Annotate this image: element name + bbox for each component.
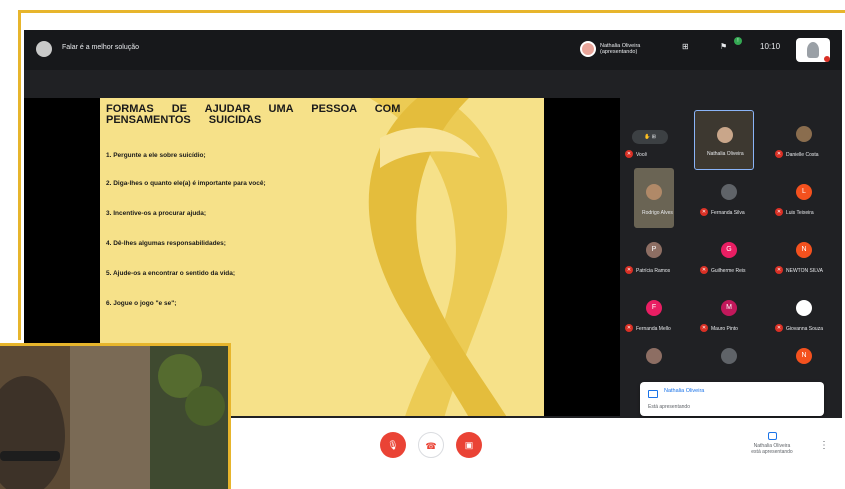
participant-name: Patrícia Ramos: [636, 268, 671, 274]
people-count-badge: !: [734, 37, 742, 45]
more-options-button[interactable]: ⋮: [819, 440, 829, 451]
decorative-gold-line-top: [18, 10, 845, 13]
present-status[interactable]: Nathalia Oliveira está apresentando: [749, 432, 795, 455]
self-thumbnail[interactable]: [796, 38, 830, 62]
participant-tile[interactable]: ✕ Fernanda Silva: [699, 168, 759, 228]
participant-avatar: G: [721, 242, 737, 258]
participant-tile[interactable]: G ✕ Guilherme Reis: [699, 226, 759, 286]
muted-mic-icon: ✕: [700, 324, 708, 332]
participant-avatar: [721, 348, 737, 364]
participant-tile[interactable]: ✕ Giovanna Souza: [774, 284, 834, 344]
self-figure-icon: [807, 42, 819, 58]
participant-avatar: [796, 126, 812, 142]
muted-mic-icon: ✕: [775, 208, 783, 216]
participant-name: Giovanna Souza: [786, 326, 823, 332]
muted-mic-icon: ✕: [625, 150, 633, 158]
hand-icon[interactable]: ✋ ⊞: [632, 130, 668, 144]
notification-title: Nathalia Oliveira: [664, 388, 705, 394]
participant-avatar: N: [796, 348, 812, 364]
participant-tile[interactable]: ✕ Danielle Costa: [774, 110, 834, 170]
mic-off-button[interactable]: 🎙: [380, 432, 406, 458]
muted-mic-icon: ✕: [775, 324, 783, 332]
participant-face: [717, 127, 733, 143]
participant-name: Fernanda Mello: [636, 326, 671, 332]
participant-face: [646, 184, 662, 200]
muted-mic-icon: ✕: [625, 324, 633, 332]
muted-mic-icon: ✕: [700, 208, 708, 216]
self-camera-overlay: [0, 346, 228, 489]
decorative-gold-line-left: [18, 10, 21, 340]
page-frame: Falar é a melhor solução Nathalia Olivei…: [0, 0, 845, 489]
decorative-gold-line-inner-vertical: [228, 343, 231, 489]
presenting-notification[interactable]: Nathalia Oliveira Está apresentando: [640, 382, 824, 416]
slide-item: 4. Dê-lhes algumas responsabilidades;: [106, 240, 226, 247]
participant-video-tile[interactable]: Rodrigo Alves: [634, 168, 674, 228]
participant-name: Guilherme Reis: [711, 268, 746, 274]
participants-grid: ✋ ⊞ ✕ Você Nathalia Oliveira ✕ Danielle …: [624, 110, 842, 420]
slide-item: 1. Pergunte a ele sobre suicídio;: [106, 152, 206, 159]
participant-avatar: [646, 348, 662, 364]
slide-item: 3. Incentive-os a procurar ajuda;: [106, 210, 207, 217]
notification-subtitle: Está apresentando: [648, 404, 690, 410]
participant-avatar: L: [796, 184, 812, 200]
muted-mic-icon: ✕: [700, 266, 708, 274]
participant-name: Luis Teixeira: [786, 210, 814, 216]
participant-tile[interactable]: N: [774, 342, 834, 376]
presenter-chip[interactable]: Nathalia Oliveira (apresentando): [580, 38, 664, 60]
meeting-topbar: Falar é a melhor solução Nathalia Olivei…: [24, 30, 842, 70]
participant-name: NEWTON SILVA: [786, 268, 823, 274]
meeting-title: Falar é a melhor solução: [62, 44, 140, 51]
camera-off-button[interactable]: ▣: [456, 432, 482, 458]
participant-name: Rodrigo Alves: [642, 210, 673, 216]
present-label: Nathalia Oliveira está apresentando: [751, 443, 793, 455]
participant-name: Você: [636, 152, 648, 158]
camera-feed-image: [0, 346, 228, 489]
participant-tile[interactable]: M ✕ Mauro Pinto: [699, 284, 759, 344]
present-screen-icon: [648, 390, 658, 398]
participant-tile[interactable]: L ✕ Luis Teixeira: [774, 168, 834, 228]
layout-icon[interactable]: ⊞: [682, 42, 689, 51]
participant-name: Danielle Costa: [786, 152, 819, 158]
participant-avatar: [796, 300, 812, 316]
slide-item: 6. Jogue o jogo "e se";: [106, 300, 177, 307]
participant-avatar: M: [721, 300, 737, 316]
present-screen-icon: [767, 432, 777, 440]
participant-name: Nathalia Oliveira: [707, 151, 744, 157]
muted-mic-icon: ✕: [775, 150, 783, 158]
slide-item: 5. Ajude-os a encontrar o sentido da vid…: [106, 270, 236, 277]
participant-name: Mauro Pinto: [711, 326, 738, 332]
participant-tile[interactable]: ✋ ⊞ ✕ Você: [624, 110, 684, 170]
meeting-avatar-icon: [36, 41, 52, 57]
meeting-time: 10:10: [760, 42, 781, 51]
people-icon[interactable]: ⚑: [720, 42, 727, 51]
participant-avatar: N: [796, 242, 812, 258]
decorative-gold-line-inner: [0, 343, 230, 346]
participant-tile[interactable]: [699, 342, 759, 376]
participant-tile[interactable]: [624, 342, 684, 376]
participant-avatar: [721, 184, 737, 200]
participant-name: Fernanda Silva: [711, 210, 745, 216]
participant-tile[interactable]: N ✕ NEWTON SILVA: [774, 226, 834, 286]
participant-tile[interactable]: P ✕ Patrícia Ramos: [624, 226, 684, 286]
presenter-avatar: [580, 41, 596, 57]
muted-mic-icon: ✕: [625, 266, 633, 274]
participant-avatar: P: [646, 242, 662, 258]
slide-item: 2. Diga-lhes o quanto ele(a) é important…: [106, 180, 266, 187]
slide-title: FORMAS DE AJUDAR UMA PESSOA COM PENSAMEN…: [106, 103, 401, 126]
participant-video-tile[interactable]: Nathalia Oliveira: [694, 110, 754, 170]
participant-tile[interactable]: F ✕ Fernanda Mello: [624, 284, 684, 344]
muted-mic-icon: ✕: [775, 266, 783, 274]
presenter-name: Nathalia Oliveira (apresentando): [600, 43, 641, 55]
participant-avatar: F: [646, 300, 662, 316]
muted-dot-icon: [824, 56, 830, 62]
hangup-button[interactable]: ☎: [418, 432, 444, 458]
